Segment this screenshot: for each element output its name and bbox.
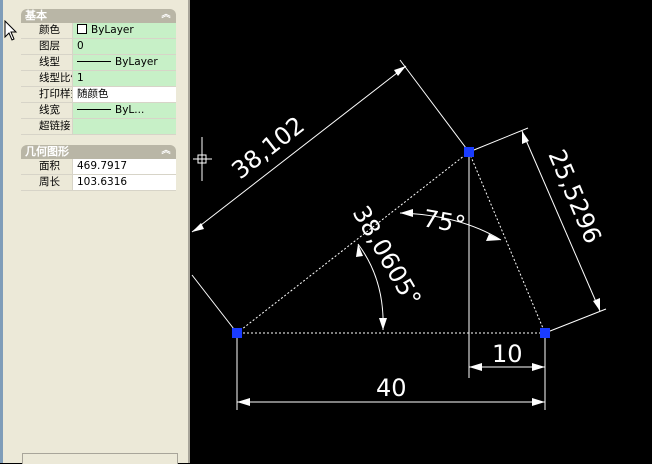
- grip-point[interactable]: [464, 147, 474, 157]
- dimension-geometry: [191, 59, 607, 410]
- drawing-canvas[interactable]: 38,102 25,5296 38,0605° 75° 10 40: [0, 0, 652, 463]
- grip-point[interactable]: [232, 328, 242, 338]
- dimension-label-aligned-top: 38,102: [226, 111, 309, 185]
- crosshair-cursor-icon: [193, 137, 212, 181]
- dimension-arrowheads: [192, 66, 600, 406]
- dimension-label-aligned-right: 25,5296: [542, 145, 607, 247]
- dimension-label-linear-40: 40: [376, 374, 407, 402]
- dimension-label-linear-10: 10: [492, 340, 523, 368]
- grip-point[interactable]: [540, 328, 550, 338]
- dimension-label-angular-75: 75°: [421, 204, 468, 239]
